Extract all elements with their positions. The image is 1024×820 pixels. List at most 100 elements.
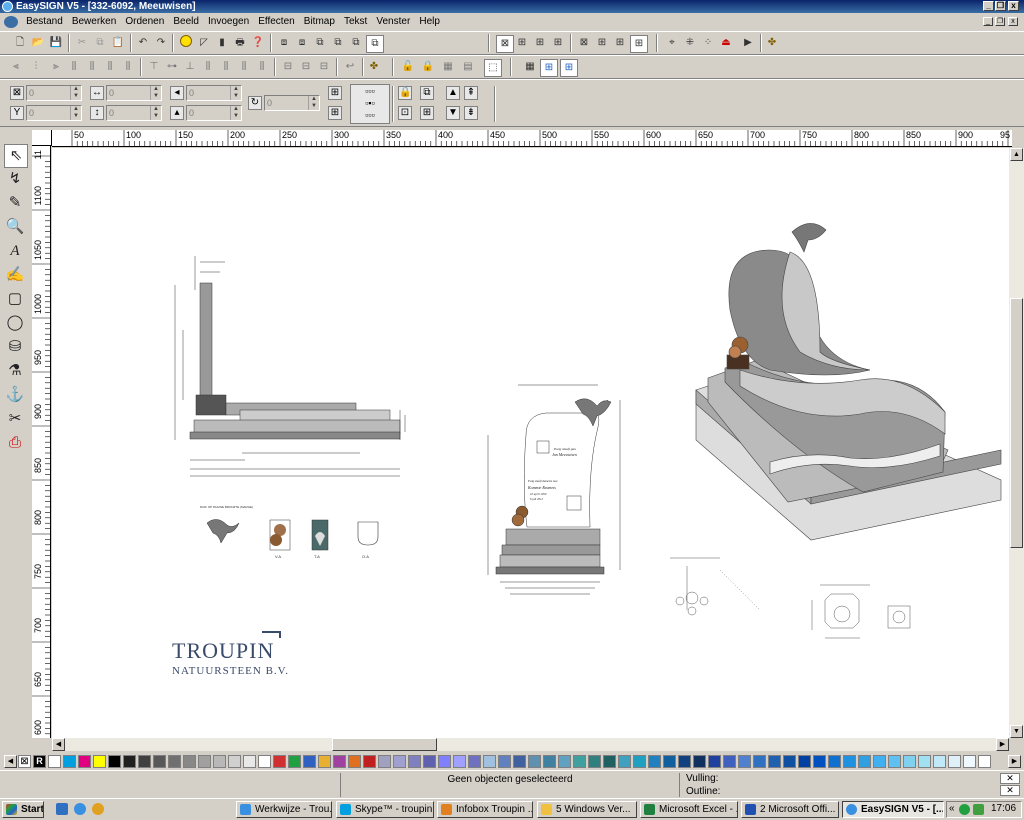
- reference-point-grid[interactable]: ▫▫▫ ▫▪▫ ▫▫▫: [350, 84, 390, 124]
- color-swatch[interactable]: [93, 755, 106, 768]
- vertical-scrollbar[interactable]: ▲ ▼: [1009, 148, 1024, 738]
- view-4-icon[interactable]: ⊞: [550, 35, 566, 51]
- color-swatch[interactable]: [498, 755, 511, 768]
- height-input[interactable]: 0 ▲ ▼: [106, 105, 162, 121]
- color-swatch[interactable]: [138, 755, 151, 768]
- node-3-icon[interactable]: ⁘: [700, 35, 716, 51]
- tray-expand-icon[interactable]: «: [949, 803, 955, 814]
- color-swatch[interactable]: [753, 755, 766, 768]
- view-5-icon[interactable]: ⊠: [576, 35, 592, 51]
- side-view-drawing[interactable]: [174, 256, 406, 477]
- mirror-h-icon[interactable]: ⊞: [328, 86, 342, 100]
- vertical-ruler[interactable]: 11 1100 1050 1000 950 900 850 800 750 70…: [32, 146, 51, 738]
- interactive-icon[interactable]: ⚓: [4, 384, 26, 406]
- shape-icon[interactable]: ◸: [196, 35, 212, 51]
- color-swatch[interactable]: [423, 755, 436, 768]
- color-swatch[interactable]: [678, 755, 691, 768]
- page-icon[interactable]: ▤: [460, 59, 476, 75]
- doc-minimize-button[interactable]: _: [983, 17, 993, 26]
- play-icon[interactable]: ▶: [740, 35, 756, 51]
- select-mode-icon[interactable]: ⬚: [484, 59, 502, 77]
- color-swatch[interactable]: [453, 755, 466, 768]
- task-werkwijze[interactable]: Werkwijze - Trou...: [236, 801, 332, 818]
- color-swatch[interactable]: [243, 755, 256, 768]
- align-bottom-icon[interactable]: ⊥: [182, 59, 198, 75]
- ellipse-icon[interactable]: ◯: [4, 312, 26, 334]
- color-swatch[interactable]: [48, 755, 61, 768]
- arrange-3-icon[interactable]: ⧉: [312, 35, 328, 51]
- save-icon[interactable]: 💾: [48, 35, 64, 51]
- move-up-icon[interactable]: ▲: [446, 86, 460, 100]
- color-swatch[interactable]: [528, 755, 541, 768]
- align-right-icon[interactable]: ⫸: [48, 59, 64, 75]
- print-icon[interactable]: 🖶: [232, 35, 248, 51]
- task-windows-explorer[interactable]: 5 Windows Ver...: [537, 801, 637, 818]
- color-swatch[interactable]: [618, 755, 631, 768]
- color-swatch[interactable]: [438, 755, 451, 768]
- scale-y-input[interactable]: 0 ▲ ▼: [186, 105, 242, 121]
- color-swatch[interactable]: [978, 755, 991, 768]
- color-swatch[interactable]: [123, 755, 136, 768]
- no-color-swatch[interactable]: ⊠: [18, 755, 31, 768]
- color-swatch[interactable]: [963, 755, 976, 768]
- color-swatch[interactable]: [168, 755, 181, 768]
- spinner-arrows[interactable]: ▲ ▼: [230, 106, 241, 120]
- align-10-icon[interactable]: ⫼: [200, 59, 216, 75]
- rectangle-icon[interactable]: ▢: [4, 288, 26, 310]
- color-swatch[interactable]: [723, 755, 736, 768]
- task-easysign[interactable]: EasySIGN V5 - [...: [842, 801, 944, 818]
- rotate-input[interactable]: 0 ▲ ▼: [264, 95, 320, 111]
- node-2-icon[interactable]: ⁜: [682, 35, 698, 51]
- align-middle-icon[interactable]: ⊶: [164, 59, 180, 75]
- menu-bitmap[interactable]: Bitmap: [301, 14, 338, 30]
- redo-icon[interactable]: ↷: [153, 35, 169, 51]
- align-11-icon[interactable]: ⫼: [218, 59, 234, 75]
- color-swatch[interactable]: [258, 755, 271, 768]
- plugin-2-icon[interactable]: ✤: [366, 59, 382, 75]
- scroll-left-button[interactable]: ◀: [52, 738, 65, 751]
- x-position-input[interactable]: 0 ▲ ▼: [26, 85, 82, 101]
- fill-swatch-icon[interactable]: ✕: [1000, 773, 1020, 784]
- color-swatch[interactable]: [873, 755, 886, 768]
- menu-venster[interactable]: Venster: [373, 14, 413, 30]
- vertical-scroll-thumb[interactable]: [1010, 298, 1023, 548]
- color-swatch[interactable]: [378, 755, 391, 768]
- view-3-icon[interactable]: ⊞: [532, 35, 548, 51]
- arrange-2-icon[interactable]: ⧈: [294, 35, 310, 51]
- color-swatch[interactable]: [303, 755, 316, 768]
- menu-invoegen[interactable]: Invoegen: [205, 14, 252, 30]
- cut-tool-icon[interactable]: ✂: [4, 408, 26, 430]
- snap-guides-icon[interactable]: ⊞: [560, 59, 578, 77]
- y-position-input[interactable]: 0 ▲ ▼: [26, 105, 82, 121]
- task-excel[interactable]: Microsoft Excel - ...: [640, 801, 738, 818]
- node-4-icon[interactable]: ⏏: [718, 35, 734, 51]
- doc-icon[interactable]: [4, 16, 18, 28]
- color-swatch[interactable]: [648, 755, 661, 768]
- scroll-right-button[interactable]: ▶: [996, 738, 1009, 751]
- menu-bewerken[interactable]: Bewerken: [69, 14, 119, 30]
- pen-icon[interactable]: ✍: [4, 264, 26, 286]
- horizontal-ruler[interactable]: 50 100 150 200 250 300 350 400 450 500 5…: [52, 130, 1012, 147]
- align-top-icon[interactable]: ⊤: [146, 59, 162, 75]
- align-4-icon[interactable]: ⫼: [66, 59, 82, 75]
- color-swatch[interactable]: [363, 755, 376, 768]
- color-swatch[interactable]: [663, 755, 676, 768]
- scroll-up-button[interactable]: ▲: [1010, 148, 1023, 161]
- knife-icon[interactable]: ✎: [4, 192, 26, 214]
- transform-icon[interactable]: ⊞: [420, 106, 434, 120]
- color-swatch[interactable]: [333, 755, 346, 768]
- tray-check-icon[interactable]: [959, 804, 970, 815]
- distribute-1-icon[interactable]: ⊟: [280, 59, 296, 75]
- color-swatch[interactable]: [783, 755, 796, 768]
- restore-button[interactable]: ❐: [995, 1, 1006, 11]
- select-arrow-icon[interactable]: ⇖: [4, 144, 28, 168]
- color-swatch[interactable]: [948, 755, 961, 768]
- fill-icon[interactable]: ▮: [214, 35, 230, 51]
- menu-tekst[interactable]: Tekst: [341, 14, 370, 30]
- arrange-1-icon[interactable]: ⧈: [276, 35, 292, 51]
- lock-ratio-icon[interactable]: 🔒: [398, 86, 412, 100]
- align-7-icon[interactable]: ⫼: [120, 59, 136, 75]
- lock-open-icon[interactable]: 🔓: [400, 59, 416, 75]
- horizontal-scroll-thumb[interactable]: [332, 738, 437, 751]
- color-swatch[interactable]: [78, 755, 91, 768]
